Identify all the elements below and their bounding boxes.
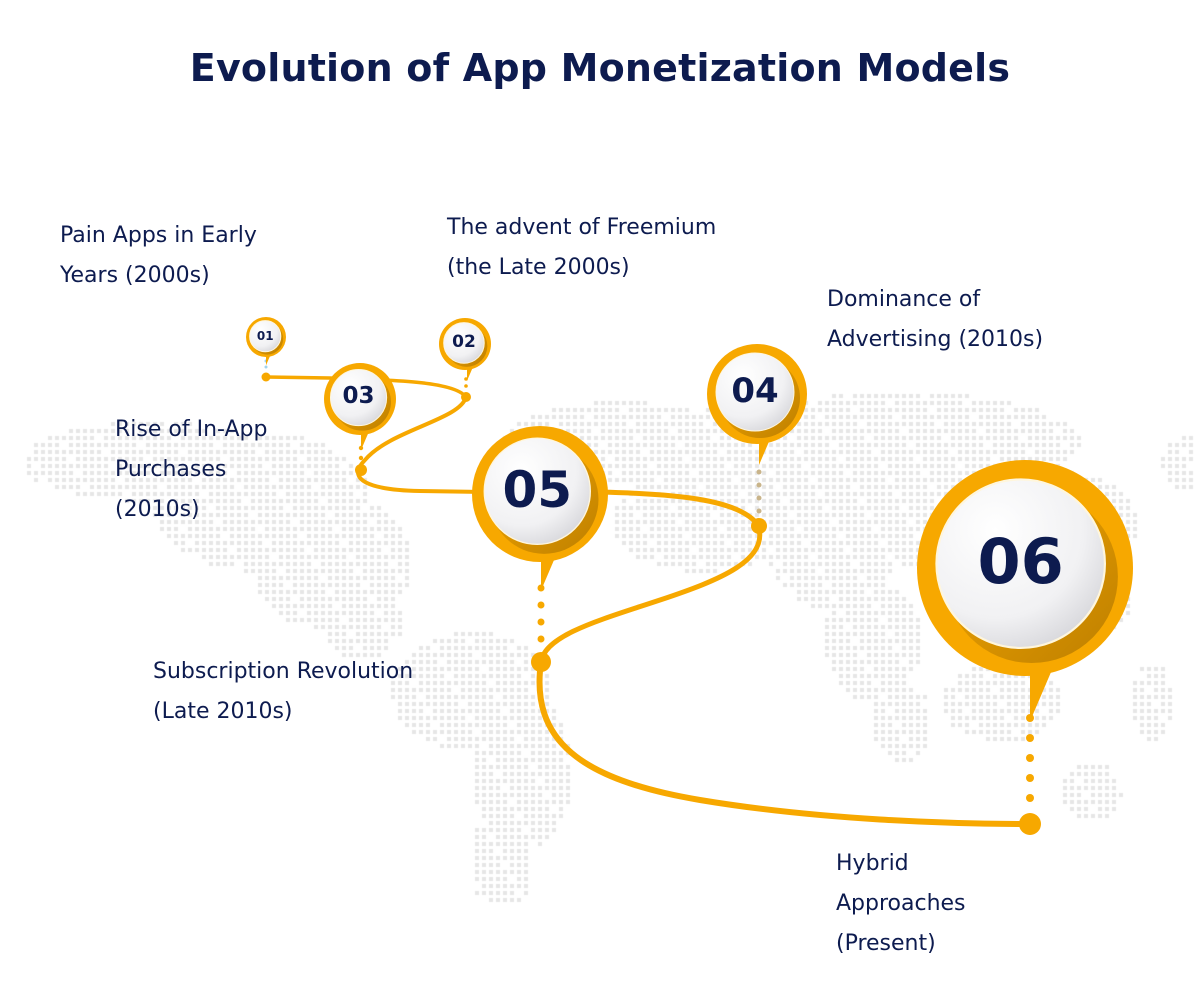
step-pin-05: 05: [462, 416, 618, 603]
path-segment-05-04: [597, 489, 761, 528]
step-pin-03: 03: [314, 353, 406, 461]
node-02: [461, 392, 471, 402]
node-05: [531, 652, 551, 672]
step-pin-06: 06: [907, 450, 1143, 735]
step-number-02: 02: [452, 332, 476, 353]
step-pin-02: 02: [429, 308, 501, 392]
node-03: [355, 464, 367, 476]
step-pin-04: 04: [697, 334, 817, 477]
step-number-05: 05: [502, 461, 573, 520]
step-number-03: 03: [342, 383, 375, 410]
node-04: [751, 518, 767, 534]
node-06: [1019, 813, 1041, 835]
step-pin-01: 01: [236, 307, 296, 376]
step-number-04: 04: [731, 370, 779, 411]
step-number-06: 06: [977, 525, 1064, 599]
step-number-01: 01: [256, 328, 274, 343]
